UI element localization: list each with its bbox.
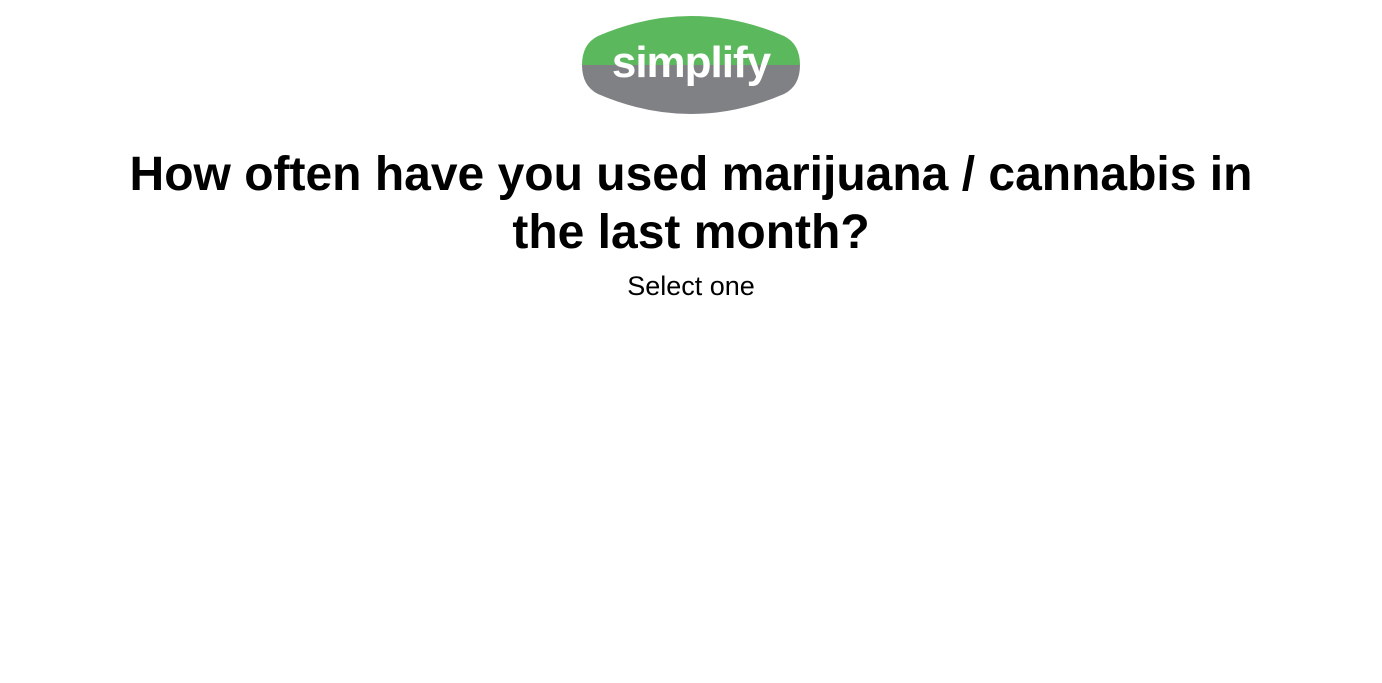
logo-text: simplify	[612, 38, 772, 87]
question-title: How often have you used marijuana / cann…	[129, 148, 1253, 259]
simplify-logo: simplify	[582, 10, 800, 120]
question-instruction: Select one	[627, 271, 755, 301]
logo-graphic: simplify	[582, 16, 800, 114]
